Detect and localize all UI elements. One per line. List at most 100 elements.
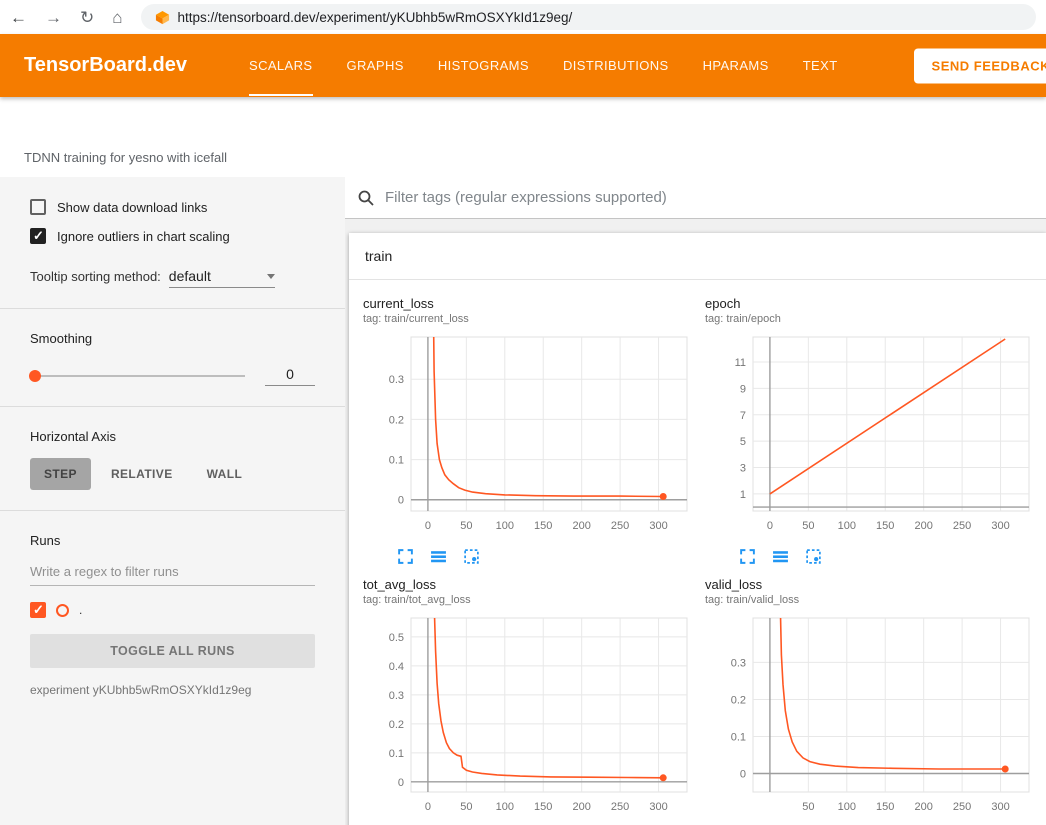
main-panel: train current_loss tag: train/current_lo… (345, 177, 1046, 825)
run-checkbox-icon[interactable] (30, 602, 46, 618)
tooltip-sorting-label: Tooltip sorting method: (30, 269, 161, 284)
checkbox-icon[interactable] (30, 199, 46, 215)
smoothing-value[interactable]: 0 (265, 366, 315, 386)
group-header-train[interactable]: train (349, 233, 1046, 280)
tag-filter-input[interactable] (385, 189, 1034, 206)
svg-text:100: 100 (496, 520, 514, 532)
tab-text[interactable]: TEXT (803, 34, 838, 97)
tensorboard-logo[interactable]: TensorBoard.dev (24, 34, 187, 97)
axis-step-button[interactable]: STEP (30, 458, 91, 490)
chart-plot[interactable]: 05010015020025030000.10.20.3 (363, 331, 705, 546)
svg-text:1: 1 (740, 489, 746, 501)
svg-text:0.3: 0.3 (389, 690, 404, 702)
svg-text:0.2: 0.2 (389, 414, 404, 426)
sidebar-section-general: Show data download links Ignore outliers… (0, 177, 345, 309)
chart-tag: tag: train/epoch (705, 313, 1046, 325)
svg-text:50: 50 (802, 801, 814, 813)
chart-tag: tag: train/current_loss (363, 313, 705, 325)
browser-forward-icon[interactable]: → (45, 9, 62, 26)
axis-relative-button[interactable]: RELATIVE (97, 458, 187, 490)
browser-home-icon[interactable]: ⌂ (112, 9, 122, 26)
runs-label: Runs (30, 533, 315, 548)
fit-domain-icon[interactable] (463, 548, 480, 565)
browser-chrome: ← → ↻ ⌂ https://tensorboard.dev/experime… (0, 0, 1046, 34)
run-color-swatch-icon (56, 604, 69, 617)
tab-histograms[interactable]: HISTOGRAMS (438, 34, 529, 97)
chart-tot-avg-loss: tot_avg_loss tag: train/tot_avg_loss 050… (363, 577, 705, 825)
svg-text:300: 300 (649, 520, 667, 532)
tooltip-sorting-dropdown[interactable]: default (169, 268, 275, 288)
run-selector-icon[interactable] (772, 548, 789, 565)
svg-text:150: 150 (534, 520, 552, 532)
svg-text:0.5: 0.5 (389, 632, 404, 644)
chart-title: epoch (705, 296, 1046, 311)
checkbox-label: Show data download links (57, 200, 207, 215)
train-card: train current_loss tag: train/current_lo… (349, 233, 1046, 825)
tab-distributions[interactable]: DISTRIBUTIONS (563, 34, 669, 97)
fit-domain-icon[interactable] (805, 548, 822, 565)
svg-text:150: 150 (876, 801, 894, 813)
nav-tabs: SCALARS GRAPHS HISTOGRAMS DISTRIBUTIONS … (249, 34, 838, 97)
chart-current-loss: current_loss tag: train/current_loss 050… (363, 296, 705, 565)
svg-text:50: 50 (460, 801, 472, 813)
svg-text:100: 100 (838, 801, 856, 813)
svg-text:9: 9 (740, 383, 746, 395)
url-text: https://tensorboard.dev/experiment/yKUbh… (178, 10, 573, 25)
experiment-caption: experiment yKUbhb5wRmOSXYkId1z9eg (30, 683, 315, 697)
sidebar-section-smoothing: Smoothing 0 (0, 309, 345, 407)
show-download-links-row[interactable]: Show data download links (30, 199, 315, 215)
svg-text:11: 11 (735, 357, 746, 369)
expand-chart-icon[interactable] (397, 548, 414, 565)
svg-text:150: 150 (876, 520, 894, 532)
smoothing-row: 0 (30, 366, 315, 386)
runs-filter-input[interactable] (30, 558, 315, 586)
search-icon (357, 189, 375, 207)
subheader: TDNN training for yesno with icefall (0, 97, 1046, 177)
svg-text:7: 7 (740, 410, 746, 422)
svg-text:5: 5 (740, 436, 746, 448)
send-feedback-button[interactable]: SEND FEEDBACK (914, 48, 1046, 83)
run-row[interactable]: . (30, 602, 315, 618)
svg-text:0.1: 0.1 (731, 731, 746, 743)
svg-text:50: 50 (802, 520, 814, 532)
tab-hparams[interactable]: HPARAMS (703, 34, 769, 97)
axis-buttons: STEP RELATIVE WALL (30, 458, 315, 490)
chart-title: valid_loss (705, 577, 1046, 592)
svg-text:0: 0 (767, 520, 773, 532)
tag-filter-row (345, 177, 1046, 219)
tab-graphs[interactable]: GRAPHS (347, 34, 404, 97)
ignore-outliers-row[interactable]: Ignore outliers in chart scaling (30, 228, 315, 244)
svg-text:200: 200 (572, 520, 590, 532)
charts-grid: current_loss tag: train/current_loss 050… (349, 280, 1046, 825)
svg-text:200: 200 (914, 520, 932, 532)
slider-thumb-icon[interactable] (29, 370, 41, 382)
toggle-all-runs-button[interactable]: TOGGLE ALL RUNS (30, 634, 315, 668)
svg-text:0.3: 0.3 (389, 374, 404, 386)
axis-wall-button[interactable]: WALL (193, 458, 257, 490)
address-bar[interactable]: https://tensorboard.dev/experiment/yKUbh… (141, 4, 1036, 30)
svg-text:0.1: 0.1 (389, 748, 404, 760)
chart-tag: tag: train/valid_loss (705, 594, 1046, 606)
expand-chart-icon[interactable] (739, 548, 756, 565)
checkbox-icon[interactable] (30, 228, 46, 244)
svg-text:3: 3 (740, 463, 746, 475)
chart-tag: tag: train/tot_avg_loss (363, 594, 705, 606)
page: ← → ↻ ⌂ https://tensorboard.dev/experime… (0, 0, 1046, 825)
chart-plot[interactable]: 5010015020025030000.10.20.3 (705, 612, 1046, 825)
app-header: TensorBoard.dev SCALARS GRAPHS HISTOGRAM… (0, 34, 1046, 97)
run-selector-icon[interactable] (430, 548, 447, 565)
svg-text:250: 250 (611, 801, 629, 813)
svg-text:250: 250 (611, 520, 629, 532)
browser-back-icon[interactable]: ← (10, 9, 27, 26)
browser-reload-icon[interactable]: ↻ (80, 9, 94, 26)
chart-plot[interactable]: 05010015020025030000.10.20.30.40.5 (363, 612, 705, 825)
svg-text:0.4: 0.4 (389, 661, 404, 673)
tab-scalars[interactable]: SCALARS (249, 34, 313, 97)
tensorboard-favicon (155, 10, 170, 25)
chart-plot[interactable]: 0501001502002503001357911 (705, 331, 1046, 546)
svg-text:100: 100 (496, 801, 514, 813)
smoothing-slider[interactable] (30, 375, 245, 377)
svg-text:200: 200 (572, 801, 590, 813)
horizontal-axis-label: Horizontal Axis (30, 429, 315, 444)
svg-text:0.2: 0.2 (389, 719, 404, 731)
